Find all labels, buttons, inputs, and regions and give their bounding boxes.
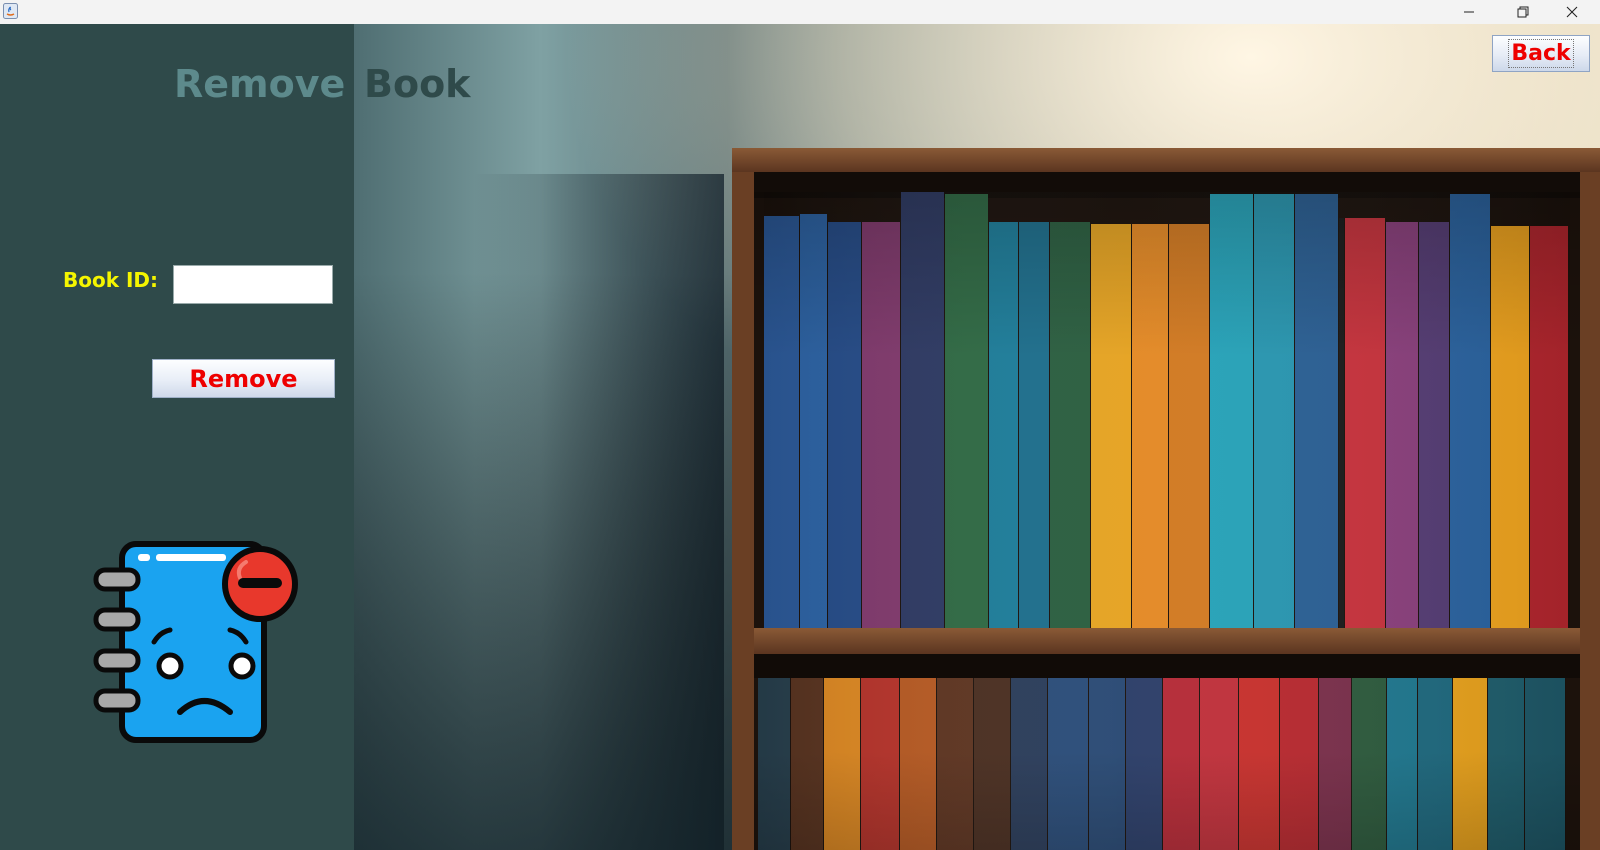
page-title-book: Book	[364, 62, 471, 106]
remove-book-icon	[93, 541, 298, 743]
book-id-input[interactable]	[173, 265, 333, 304]
window-titlebar	[0, 0, 1600, 25]
restore-button[interactable]	[1500, 0, 1546, 24]
window-content: Remove Book Book ID: Remove Back	[0, 24, 1600, 850]
close-button[interactable]	[1549, 0, 1595, 24]
page-title-remove: Remove	[174, 62, 346, 106]
restore-icon	[1517, 6, 1529, 18]
close-icon	[1566, 6, 1578, 18]
back-button-label: Back	[1508, 39, 1574, 68]
back-button[interactable]: Back	[1492, 35, 1590, 72]
java-app-icon	[3, 3, 18, 19]
bookshelf-background-image	[354, 24, 1600, 850]
minimize-button[interactable]	[1446, 0, 1492, 24]
minimize-icon	[1464, 11, 1474, 13]
remove-button[interactable]: Remove	[152, 359, 335, 398]
book-id-label: Book ID:	[63, 268, 159, 292]
